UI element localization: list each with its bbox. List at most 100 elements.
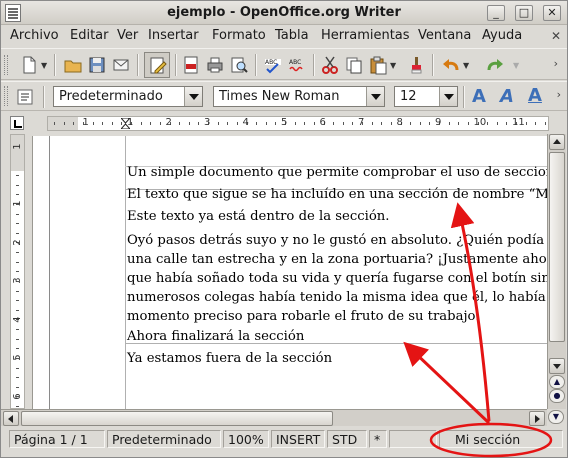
menu-ayuda[interactable]: Ayuda: [482, 28, 522, 43]
document-page[interactable]: Un simple documento que permite comproba…: [32, 136, 547, 409]
ruler-tick: [16, 406, 19, 407]
font-name-dropdown-icon[interactable]: [366, 87, 384, 106]
status-section-name[interactable]: Mi sección: [439, 430, 563, 448]
scroll-right-button[interactable]: [529, 411, 545, 426]
ruler-tick: [16, 386, 19, 388]
toolbar-overflow-icon[interactable]: ›: [557, 88, 561, 101]
edit-file-icon: [150, 57, 167, 74]
toolbar-grip[interactable]: [4, 55, 8, 75]
email-icon[interactable]: [111, 55, 131, 75]
toolbar-grip[interactable]: [4, 86, 8, 106]
autospellcheck-icon[interactable]: ABC: [287, 55, 307, 75]
print-icon[interactable]: [205, 55, 225, 75]
ruler-tick: [63, 122, 65, 125]
document-line[interactable]: una calle tan estrecha y en la zona port…: [127, 250, 547, 269]
undo-dropdown-icon[interactable]: ▼: [463, 61, 469, 70]
document-line[interactable]: Ahora finalizará la sección: [127, 327, 304, 346]
vertical-scroll-thumb[interactable]: [549, 152, 565, 342]
font-size-dropdown-icon[interactable]: [439, 87, 457, 106]
horizontal-scroll-thumb[interactable]: [21, 411, 333, 426]
new-dropdown-icon[interactable]: ▼: [41, 61, 47, 70]
scroll-left-button[interactable]: [3, 411, 19, 426]
previous-page-icon[interactable]: ▲: [549, 375, 565, 389]
new-document-icon[interactable]: [19, 55, 39, 75]
close-window-button[interactable]: ✕: [543, 5, 561, 21]
maximize-button[interactable]: □: [515, 5, 533, 21]
toolbar-separator: [43, 86, 44, 108]
save-icon[interactable]: [87, 55, 107, 75]
tab-stop-selector-icon[interactable]: [10, 116, 24, 130]
ruler-tick: [487, 122, 489, 125]
menu-tabla[interactable]: Tabla: [275, 28, 309, 43]
bold-button[interactable]: A: [472, 86, 486, 107]
minimize-button[interactable]: _: [487, 5, 505, 21]
ruler-label: 1: [12, 143, 23, 150]
paragraph-style-dropdown-icon[interactable]: [184, 87, 202, 106]
ruler-tick: [16, 252, 19, 253]
document-line[interactable]: numerosos colegas había tenido la misma …: [127, 288, 547, 307]
cut-icon[interactable]: [320, 55, 340, 75]
ruler-tick: [16, 271, 19, 273]
ruler-tick: [313, 122, 315, 125]
menu-ver[interactable]: Ver: [117, 28, 138, 43]
redo-dropdown-icon[interactable]: ▼: [513, 61, 519, 70]
navigation-icon[interactable]: ●: [549, 389, 565, 403]
status-selection-mode[interactable]: STD: [327, 430, 367, 448]
scroll-up-button[interactable]: [549, 134, 565, 150]
spellcheck-icon[interactable]: ABC: [263, 55, 283, 75]
status-zoom[interactable]: 100%: [223, 430, 269, 448]
status-page-style[interactable]: Predeterminado: [107, 430, 221, 448]
font-name-combo[interactable]: Times New Roman: [213, 86, 385, 107]
status-page[interactable]: Página 1 / 1: [9, 430, 105, 448]
font-size-combo[interactable]: 12: [394, 86, 458, 107]
paragraph-style-combo[interactable]: Predeterminado: [53, 86, 203, 107]
ruler-label: 5: [281, 117, 288, 128]
next-page-icon[interactable]: ▼: [548, 410, 564, 424]
ruler-tick: [381, 122, 383, 125]
paste-dropdown-icon[interactable]: ▼: [390, 61, 396, 70]
ruler-label: 4: [12, 315, 23, 323]
page-preview-icon[interactable]: [229, 55, 249, 75]
document-line[interactable]: Oyó pasos detrás suyo y no le gustó en a…: [127, 231, 547, 250]
ruler-label: 9: [435, 117, 442, 128]
toolbar-overflow-icon[interactable]: ›: [554, 57, 558, 70]
italic-button[interactable]: A: [500, 86, 514, 107]
document-line[interactable]: momento preciso para robarle el fruto de…: [127, 307, 479, 326]
copy-icon[interactable]: [344, 55, 364, 75]
underline-button[interactable]: A: [528, 85, 542, 106]
status-bar: Página 1 / 1 Predeterminado 100% INSERT …: [1, 427, 567, 457]
open-folder-icon[interactable]: [63, 55, 83, 75]
ruler-tick: [140, 122, 142, 125]
ruler-label: 1: [127, 117, 134, 128]
status-modified: *: [369, 430, 387, 448]
document-line[interactable]: El texto que sigue se ha incluído en una…: [127, 185, 547, 204]
horizontal-scrollbar[interactable]: [1, 409, 547, 426]
document-line[interactable]: Este texto ya está dentro de la sección.: [127, 207, 389, 226]
format-paintbrush-icon[interactable]: [406, 55, 426, 75]
styles-formatting-icon[interactable]: [15, 87, 35, 107]
vertical-scrollbar[interactable]: ▲ ●: [547, 134, 566, 409]
title-bar[interactable]: ejemplo - OpenOffice.org Writer _ □ ✕: [1, 1, 567, 25]
menu-formato[interactable]: Formato: [212, 28, 266, 43]
menu-herramientas[interactable]: Herramientas: [321, 28, 410, 43]
close-document-icon[interactable]: ✕: [551, 29, 561, 43]
horizontal-ruler[interactable]: 1 1 2 3 4 5 6 7 8 9 10 11: [47, 116, 549, 131]
edit-mode-button[interactable]: [144, 52, 170, 78]
paste-icon[interactable]: [368, 55, 388, 75]
redo-icon[interactable]: [485, 55, 505, 75]
vertical-ruler[interactable]: 1 1 2 3 4 5 6: [10, 134, 25, 409]
document-line[interactable]: que había soñado toda su vida y quería f…: [127, 269, 547, 288]
menu-ventana[interactable]: Ventana: [418, 28, 471, 43]
document-line[interactable]: Un simple documento que permite comproba…: [127, 163, 547, 182]
menu-editar[interactable]: Editar: [70, 28, 109, 43]
status-signature[interactable]: [389, 430, 437, 448]
document-line[interactable]: Ya estamos fuera de la sección: [127, 349, 332, 368]
ruler-label: 6: [319, 117, 326, 128]
menu-insertar[interactable]: Insertar: [148, 28, 199, 43]
status-insert-mode[interactable]: INSERT: [271, 430, 325, 448]
export-pdf-icon[interactable]: [181, 55, 201, 75]
undo-icon[interactable]: [441, 55, 461, 75]
ruler-tick: [236, 122, 238, 125]
menu-archivo[interactable]: Archivo: [10, 28, 59, 43]
scroll-down-button[interactable]: [549, 358, 565, 374]
